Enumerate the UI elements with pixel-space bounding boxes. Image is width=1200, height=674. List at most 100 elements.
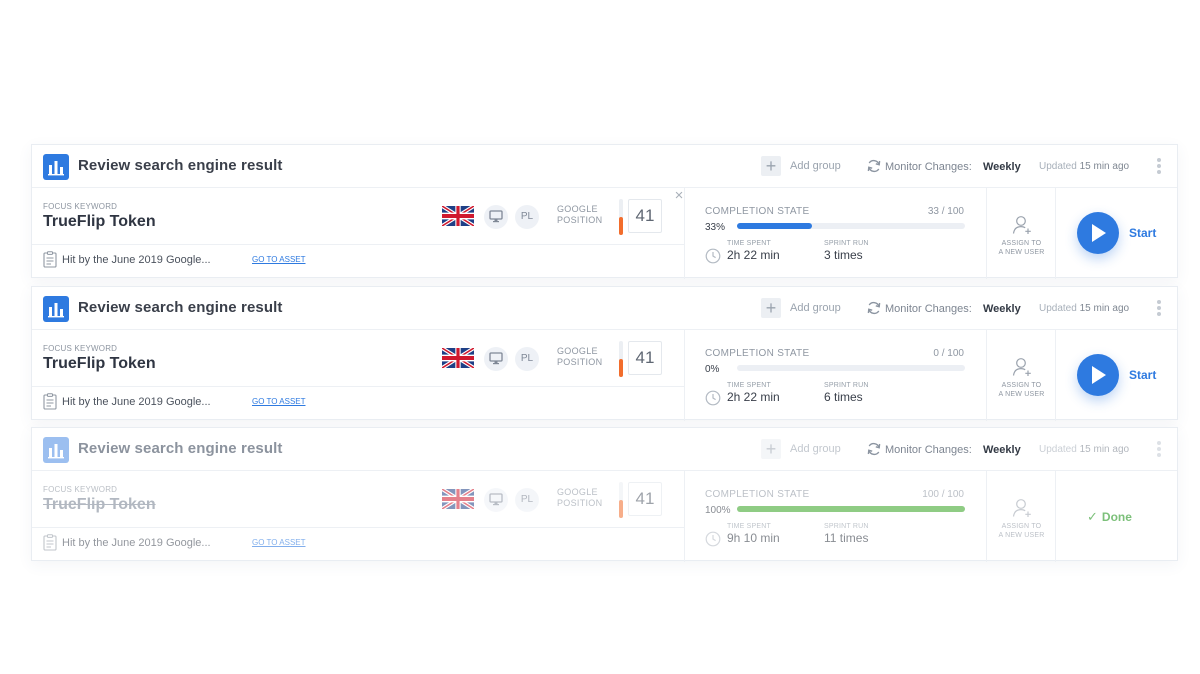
add-user-icon bbox=[1012, 499, 1031, 517]
note-text: Hit by the June 2019 Google... bbox=[62, 396, 211, 408]
play-icon bbox=[1092, 224, 1106, 242]
completion-count: 0 / 100 bbox=[933, 348, 964, 359]
updated-timestamp: Updated 15 min ago bbox=[1039, 444, 1130, 455]
divider bbox=[32, 527, 684, 528]
desktop-icon bbox=[484, 488, 508, 512]
action-pane: Start bbox=[1055, 330, 1179, 421]
sprint-run-label: Sprint Run bbox=[824, 240, 869, 247]
clipboard-icon bbox=[43, 251, 57, 268]
assign-user-label: Assign to a new user bbox=[998, 240, 1045, 256]
completion-pane: Completion State 0 / 100 0% Time Spent 2… bbox=[684, 330, 986, 421]
done-label: Done bbox=[1101, 510, 1132, 524]
start-label[interactable]: Start bbox=[1129, 368, 1156, 382]
more-vertical-icon[interactable] bbox=[1156, 299, 1162, 319]
completion-state-label: Completion State bbox=[705, 348, 810, 359]
updated-timestamp: Updated 15 min ago bbox=[1039, 161, 1130, 172]
language-badge: PL bbox=[515, 488, 539, 512]
more-vertical-icon[interactable] bbox=[1156, 440, 1162, 460]
sprint-run-value: 6 times bbox=[824, 390, 863, 404]
clock-icon bbox=[705, 531, 721, 547]
task-card: Review search engine result + Add group … bbox=[31, 144, 1178, 279]
sprint-run-label: Sprint Run bbox=[824, 523, 869, 530]
clock-icon bbox=[705, 248, 721, 264]
completion-percent: 33% bbox=[705, 222, 726, 233]
go-to-asset-link[interactable]: GO TO ASSET bbox=[252, 397, 306, 406]
card-title: Review search engine result bbox=[78, 157, 283, 174]
desktop-icon bbox=[484, 205, 508, 229]
completion-progress-fill bbox=[737, 506, 965, 512]
monitor-frequency-select[interactable]: Weekly bbox=[983, 444, 1021, 456]
focus-keyword: TrueFlip Token bbox=[43, 496, 156, 513]
divider bbox=[32, 244, 684, 245]
card-header: Review search engine result + Add group … bbox=[32, 287, 1177, 330]
clipboard-icon bbox=[43, 534, 57, 551]
keyword-pane: Focus Keyword TrueFlip Token PL Google Po… bbox=[32, 471, 684, 562]
time-spent-value: 2h 22 min bbox=[727, 248, 780, 262]
focus-keyword: TrueFlip Token bbox=[43, 355, 156, 372]
start-button[interactable] bbox=[1077, 212, 1119, 254]
time-spent-label: Time Spent bbox=[727, 382, 772, 389]
completion-progress-bar bbox=[737, 365, 965, 371]
keyword-pane: Focus Keyword TrueFlip Token PL Google Po… bbox=[32, 188, 684, 279]
sprint-run-value: 11 times bbox=[824, 531, 869, 545]
monitor-changes-label: Monitor Changes: bbox=[885, 161, 972, 173]
go-to-asset-link[interactable]: GO TO ASSET bbox=[252, 538, 306, 547]
assign-user-button[interactable]: Assign to a new user bbox=[986, 188, 1055, 279]
uk-flag-icon bbox=[442, 489, 474, 509]
monitor-frequency-select[interactable]: Weekly bbox=[983, 303, 1021, 315]
time-spent-value: 2h 22 min bbox=[727, 390, 780, 404]
position-gauge-fill bbox=[619, 500, 623, 518]
start-label[interactable]: Start bbox=[1129, 226, 1156, 240]
assign-user-button[interactable]: Assign to a new user bbox=[986, 330, 1055, 421]
google-position-value: 41 bbox=[628, 199, 662, 233]
card-header: Review search engine result + Add group … bbox=[32, 428, 1177, 471]
sync-icon[interactable] bbox=[866, 441, 882, 457]
language-badge: PL bbox=[515, 347, 539, 371]
completion-progress-bar bbox=[737, 506, 965, 512]
add-group-button[interactable]: Add group bbox=[790, 302, 841, 314]
bar-chart-icon bbox=[43, 437, 69, 463]
completion-pane: Completion State 100 / 100 100% Time Spe… bbox=[684, 471, 986, 562]
plus-icon[interactable]: + bbox=[761, 298, 781, 318]
uk-flag-icon bbox=[442, 348, 474, 368]
focus-keyword-label: Focus Keyword bbox=[43, 485, 118, 494]
sync-icon[interactable] bbox=[866, 300, 882, 316]
time-spent-value: 9h 10 min bbox=[727, 531, 780, 545]
position-gauge bbox=[619, 341, 623, 377]
card-title: Review search engine result bbox=[78, 299, 283, 316]
sprint-run-value: 3 times bbox=[824, 248, 863, 262]
google-position-value: 41 bbox=[628, 341, 662, 375]
task-card: Review search engine result + Add group … bbox=[31, 286, 1179, 421]
go-to-asset-link[interactable]: GO TO ASSET bbox=[252, 255, 306, 264]
start-button[interactable] bbox=[1077, 354, 1119, 396]
google-position-label: Google Position bbox=[557, 487, 603, 508]
plus-icon[interactable]: + bbox=[761, 156, 781, 176]
position-gauge-fill bbox=[619, 217, 623, 235]
focus-keyword: TrueFlip Token bbox=[43, 213, 156, 230]
divider bbox=[32, 386, 684, 387]
updated-timestamp: Updated 15 min ago bbox=[1039, 303, 1130, 314]
add-user-icon bbox=[1012, 216, 1031, 234]
more-vertical-icon[interactable] bbox=[1156, 157, 1162, 177]
focus-keyword-label: Focus Keyword bbox=[43, 202, 118, 211]
action-pane: ✓ Done bbox=[1055, 471, 1179, 562]
note-text: Hit by the June 2019 Google... bbox=[62, 254, 211, 266]
language-badge: PL bbox=[515, 205, 539, 229]
position-gauge bbox=[619, 199, 623, 235]
completion-state-label: Completion State bbox=[705, 206, 810, 217]
add-group-button[interactable]: Add group bbox=[790, 443, 841, 455]
sprint-run-label: Sprint Run bbox=[824, 382, 869, 389]
bar-chart-icon bbox=[43, 296, 69, 322]
plus-icon[interactable]: + bbox=[761, 439, 781, 459]
position-gauge-fill bbox=[619, 359, 623, 377]
assign-user-label: Assign to a new user bbox=[998, 382, 1045, 398]
time-spent-label: Time Spent bbox=[727, 523, 772, 530]
assign-user-button[interactable]: Assign to a new user bbox=[986, 471, 1055, 562]
monitor-frequency-select[interactable]: Weekly bbox=[983, 161, 1021, 173]
card-header: Review search engine result + Add group … bbox=[32, 145, 1177, 188]
sync-icon[interactable] bbox=[866, 158, 882, 174]
completion-state-label: Completion State bbox=[705, 489, 810, 500]
focus-keyword-label: Focus Keyword bbox=[43, 344, 118, 353]
add-group-button[interactable]: Add group bbox=[790, 160, 841, 172]
desktop-icon bbox=[484, 347, 508, 371]
